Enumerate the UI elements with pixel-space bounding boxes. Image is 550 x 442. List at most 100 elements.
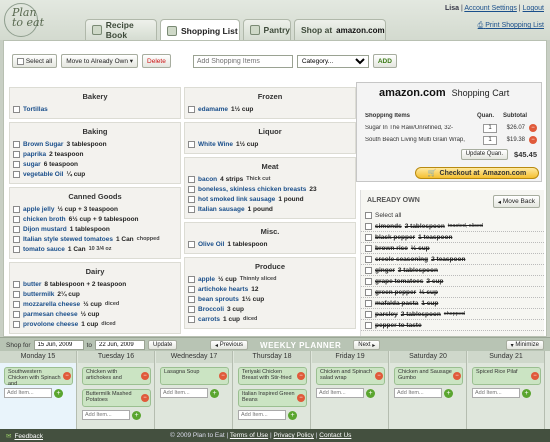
add-icon[interactable]: + [366, 388, 375, 398]
already-own-item[interactable]: brown rice ½ cup [361, 243, 544, 254]
remove-meal-icon[interactable]: − [297, 372, 305, 380]
tab-recipe-book[interactable]: Recipe Book [85, 19, 157, 40]
already-own-item[interactable]: grape tomatoes 2 cup [361, 276, 544, 287]
item-checkbox[interactable] [188, 275, 195, 283]
item-checkbox[interactable] [13, 170, 20, 178]
select-all-button[interactable]: Select all [12, 54, 58, 68]
item-checkbox[interactable] [13, 105, 20, 113]
shopping-item[interactable]: bacon 4 strips Thick cut [188, 174, 352, 184]
shopping-item[interactable]: mozzarella cheese ½ cup diced [13, 299, 177, 309]
shopping-item[interactable]: bean sprouts 1½ cup [188, 294, 352, 304]
print-shopping-list-link[interactable]: ⎙ Print Shopping List [478, 22, 544, 30]
item-checkbox[interactable] [365, 255, 372, 263]
add-item-input[interactable] [316, 388, 364, 398]
planned-meal[interactable]: Southwestern Chicken with Spinach and − [4, 367, 73, 387]
account-settings-link[interactable]: Account Settings [464, 5, 517, 12]
add-item-input[interactable] [472, 388, 520, 398]
shopping-item[interactable]: chicken broth 6½ cup + 9 tablespoon [13, 214, 177, 224]
remove-meal-icon[interactable]: − [375, 372, 383, 380]
shopping-item[interactable]: carrots 1 cup diced [188, 314, 352, 324]
shopping-item[interactable]: Olive Oil 1 tablespoon [188, 239, 352, 249]
item-checkbox[interactable] [13, 280, 20, 288]
terms-link[interactable]: Terms of Use [230, 432, 268, 439]
add-icon[interactable]: + [132, 410, 141, 420]
already-own-item[interactable]: parsley 2 tablespoon chopped [361, 309, 544, 320]
shopping-item[interactable]: butter 8 tablespoon + 2 teaspoon [13, 279, 177, 289]
item-checkbox[interactable] [188, 295, 195, 303]
add-icon[interactable]: + [288, 410, 297, 420]
shopping-item[interactable]: apple jelly ½ cup + 3 teaspoon [13, 204, 177, 214]
item-checkbox[interactable] [188, 240, 195, 248]
category-select[interactable]: Category... [296, 54, 369, 68]
shopping-item[interactable]: provolone cheese 1 cup diced [13, 319, 177, 329]
remove-meal-icon[interactable]: − [141, 372, 149, 380]
delete-button[interactable]: Delete [142, 54, 171, 68]
item-checkbox[interactable] [13, 225, 20, 233]
item-checkbox[interactable] [188, 140, 195, 148]
shopping-item[interactable]: buttermilk 2¼ cup [13, 289, 177, 299]
item-checkbox[interactable] [13, 160, 20, 168]
move-back-button[interactable]: ◂ Move Back [492, 195, 540, 208]
planned-meal[interactable]: Spiced Rice Pilaf − [472, 367, 541, 385]
feedback-link[interactable]: Feedback [14, 433, 43, 440]
shop-from-date-input[interactable] [33, 340, 84, 350]
planned-meal[interactable]: Italian Inspired Green Beans − [238, 389, 307, 407]
item-checkbox[interactable] [365, 244, 372, 252]
move-to-already-own-button[interactable]: Move to Already Own ▾ [61, 54, 139, 68]
privacy-link[interactable]: Privacy Policy [273, 432, 313, 439]
checkout-amazon-button[interactable]: 🛒 Checkout at Amazon.com [415, 167, 539, 179]
already-own-select-all[interactable]: Select all [361, 210, 544, 221]
item-checkbox[interactable] [365, 299, 372, 307]
already-own-item[interactable]: creole seasoning 2 teaspoon [361, 254, 544, 265]
remove-meal-icon[interactable]: − [219, 372, 227, 380]
add-icon[interactable]: + [54, 388, 63, 398]
shopping-item[interactable]: edamame 1½ cup [188, 104, 352, 114]
item-checkbox[interactable] [188, 105, 195, 113]
next-week-button[interactable]: Next ▸ [353, 340, 381, 350]
shopping-item[interactable]: Italian sausage 1 pound [188, 204, 352, 214]
item-checkbox[interactable] [365, 321, 372, 329]
item-checkbox[interactable] [13, 290, 20, 298]
remove-meal-icon[interactable]: − [531, 372, 539, 380]
item-checkbox[interactable] [188, 175, 195, 183]
remove-icon[interactable]: − [529, 136, 537, 144]
remove-meal-icon[interactable]: − [297, 394, 305, 402]
previous-week-button[interactable]: ◂ Previous [210, 340, 249, 350]
add-button[interactable]: ADD [372, 54, 397, 68]
item-checkbox[interactable] [13, 300, 20, 308]
planned-meal[interactable]: Chicken and Spinach salad wrap − [316, 367, 385, 385]
minimize-button[interactable]: ▾ Minimize [505, 340, 544, 350]
quantity-field[interactable]: 1 [483, 123, 497, 133]
remove-meal-icon[interactable]: − [141, 394, 149, 402]
item-checkbox[interactable] [188, 285, 195, 293]
add-item-input[interactable] [160, 388, 208, 398]
tab-shopping-list[interactable]: Shopping List [160, 19, 240, 41]
add-item-input[interactable] [238, 410, 286, 420]
already-own-item[interactable]: pepper to taste [361, 320, 544, 331]
contact-link[interactable]: Contact Us [319, 432, 351, 439]
tab-shop-amazon[interactable]: Shop at amazon.com [294, 19, 386, 40]
planned-meal[interactable]: Teriyaki Chicken Breast with Stir-fried − [238, 367, 307, 385]
item-checkbox[interactable] [188, 315, 195, 323]
shopping-item[interactable]: Brown Sugar 3 tablespoon [13, 139, 177, 149]
add-icon[interactable]: + [522, 388, 531, 398]
item-checkbox[interactable] [13, 140, 20, 148]
shopping-item[interactable]: tomato sauce 1 Can 10 3/4 oz [13, 244, 177, 254]
shopping-item[interactable]: parmesan cheese ½ cup [13, 309, 177, 319]
item-checkbox[interactable] [188, 205, 195, 213]
shopping-item[interactable]: paprika 2 teaspoon [13, 149, 177, 159]
shop-to-date-input[interactable] [95, 340, 145, 350]
item-checkbox[interactable] [13, 150, 20, 158]
shopping-item[interactable]: hot smoked link sausage 1 pound [188, 194, 352, 204]
shopping-item[interactable]: Tortillas [13, 104, 177, 114]
shopping-item[interactable]: sugar 6 teaspoon [13, 159, 177, 169]
remove-meal-icon[interactable]: − [453, 372, 461, 380]
shopping-item[interactable]: vegetable Oil ¼ cup [13, 169, 177, 179]
shopping-item[interactable]: Dijon mustard 1 tablespoon [13, 224, 177, 234]
shopping-item[interactable]: apple ½ cup Thinnly sliced [188, 274, 352, 284]
planner-update-button[interactable]: Update [148, 340, 178, 350]
add-icon[interactable]: + [210, 388, 219, 398]
add-shopping-items-input[interactable] [192, 54, 293, 68]
item-checkbox[interactable] [13, 245, 20, 253]
add-icon[interactable]: + [444, 388, 453, 398]
